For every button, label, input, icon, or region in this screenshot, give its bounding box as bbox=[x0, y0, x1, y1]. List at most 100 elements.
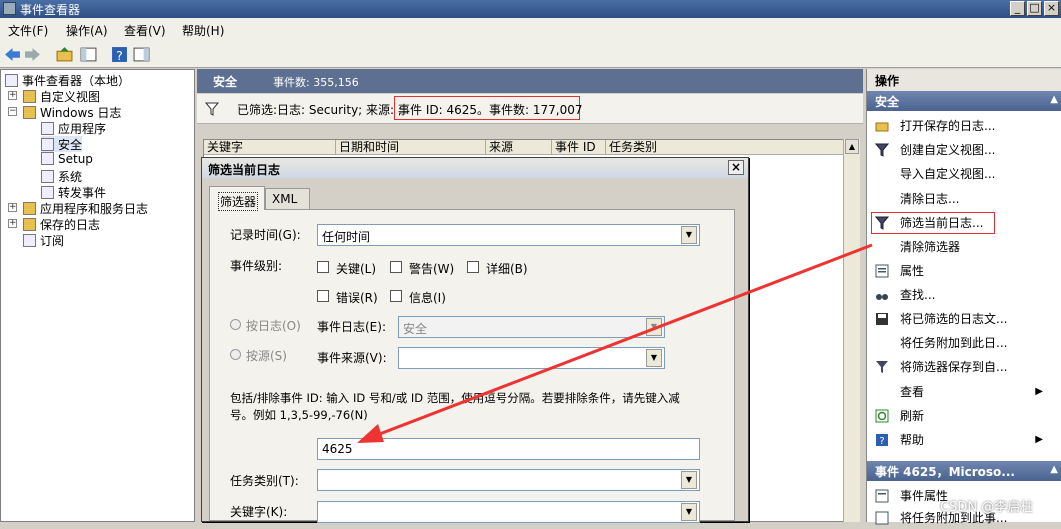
properties-icon bbox=[875, 489, 889, 503]
collapse-up-icon[interactable]: ▲ bbox=[1050, 464, 1058, 475]
collapse-up-icon[interactable]: ▲ bbox=[1050, 94, 1058, 105]
menu-file[interactable]: 文件(F) bbox=[8, 22, 48, 39]
logged-select[interactable]: 任何时间 ▼ bbox=[317, 224, 700, 246]
event-viewer-icon bbox=[5, 74, 18, 87]
chevron-down-icon[interactable]: ▼ bbox=[681, 471, 697, 489]
action-refresh[interactable]: 刷新 bbox=[867, 405, 1047, 427]
col-source[interactable]: 来源 bbox=[486, 140, 552, 155]
tree-item-subscriptions[interactable]: 订阅 bbox=[23, 232, 64, 248]
action-properties[interactable]: 属性 bbox=[867, 260, 1047, 282]
action-clear-log[interactable]: 清除日志... bbox=[867, 188, 1047, 210]
filter-action-highlight-box bbox=[871, 212, 995, 234]
filter-text: 已筛选:日志: Security; 来源: ; bbox=[237, 103, 402, 117]
up-folder-icon[interactable] bbox=[56, 46, 73, 63]
refresh-icon bbox=[875, 409, 889, 423]
radio-by-source[interactable] bbox=[230, 349, 241, 360]
svg-text:?: ? bbox=[116, 49, 123, 63]
keywords-select[interactable]: ▼ bbox=[317, 501, 700, 523]
task-category-label: 任务类别(T): bbox=[230, 474, 299, 488]
chevron-down-icon[interactable]: ▼ bbox=[646, 318, 662, 336]
action-import-custom-view[interactable]: 导入自定义视图... bbox=[867, 163, 1047, 185]
chevron-down-icon[interactable]: ▼ bbox=[646, 349, 662, 367]
dialog-close-button[interactable]: × bbox=[728, 160, 744, 175]
checkbox-error[interactable] bbox=[317, 290, 329, 302]
section-title: 安全 bbox=[213, 75, 238, 89]
menu-view[interactable]: 查看(V) bbox=[124, 22, 166, 39]
maximize-button[interactable]: □ bbox=[1027, 1, 1042, 16]
action-open-saved-log[interactable]: 打开保存的日志... bbox=[867, 115, 1047, 137]
filter-highlight-box: 事件 ID: 4625。事件数: 177,007 bbox=[394, 96, 582, 120]
forward-icon[interactable] bbox=[24, 46, 41, 63]
actions-section-event[interactable]: 事件 4625，Microso... ▲ bbox=[867, 461, 1061, 481]
save-filter-icon bbox=[876, 361, 888, 373]
filter-info-bar: 已筛选:日志: Security; 来源: ; 事件 ID: 4625。事件数:… bbox=[197, 94, 863, 124]
submenu-arrow-icon: ▶ bbox=[1035, 434, 1043, 445]
tab-xml[interactable]: XML bbox=[265, 188, 310, 210]
tree-item-root[interactable]: 事件查看器（本地） bbox=[5, 72, 130, 88]
checkbox-critical[interactable] bbox=[317, 261, 329, 273]
action-find[interactable]: 查找... bbox=[867, 284, 1047, 306]
tab-filter[interactable]: 筛选器 bbox=[209, 186, 265, 211]
help-icon[interactable]: ? bbox=[111, 46, 128, 63]
action-save-filtered-log[interactable]: 将已筛选的日志文... bbox=[867, 308, 1047, 330]
event-source-select[interactable]: ▼ bbox=[398, 347, 665, 369]
expand-app-service-logs[interactable]: + bbox=[8, 203, 17, 212]
col-event-id[interactable]: 事件 ID bbox=[552, 140, 606, 155]
task-category-select[interactable]: ▼ bbox=[317, 469, 700, 491]
checkbox-verbose[interactable] bbox=[467, 261, 479, 273]
grid-scrollbar[interactable]: ▲ bbox=[843, 139, 860, 522]
checkbox-information[interactable] bbox=[390, 290, 402, 302]
tree-item-saved-logs[interactable]: 保存的日志 bbox=[23, 216, 100, 232]
folder-icon bbox=[23, 106, 36, 119]
action-create-custom-view[interactable]: 创建自定义视图... bbox=[867, 139, 1047, 161]
menu-help[interactable]: 帮助(H) bbox=[182, 22, 224, 39]
actions-pane: 操作 安全 ▲ 打开保存的日志... 创建自定义视图... 导入自定义视图... … bbox=[866, 69, 1061, 525]
actions-header: 操作 bbox=[867, 69, 1061, 91]
watermark: CSDN @李启柱 bbox=[940, 500, 1034, 515]
action-save-filter-custom-view[interactable]: 将筛选器保存到自... bbox=[867, 356, 1047, 378]
tree-item-forwarded[interactable]: 转发事件 bbox=[41, 184, 106, 200]
collapse-windows-logs[interactable]: − bbox=[8, 107, 17, 116]
scroll-up-button[interactable]: ▲ bbox=[845, 139, 859, 154]
filter-icon bbox=[205, 102, 219, 116]
subscription-icon bbox=[23, 234, 36, 247]
expand-custom-views[interactable]: + bbox=[8, 91, 17, 100]
tree-item-custom-views[interactable]: 自定义视图 bbox=[23, 88, 100, 104]
back-icon[interactable] bbox=[4, 46, 21, 63]
col-datetime[interactable]: 日期和时间 bbox=[336, 140, 486, 155]
filter-tab-panel: 记录时间(G): 任何时间 ▼ 事件级别: 关键(L) 警告(W) 详细(B) 错… bbox=[209, 209, 735, 523]
col-keywords[interactable]: 关键字 bbox=[204, 140, 336, 155]
tree-item-application[interactable]: 应用程序 bbox=[41, 120, 106, 136]
tree-item-system[interactable]: 系统 bbox=[41, 168, 82, 184]
menu-action[interactable]: 操作(A) bbox=[66, 22, 108, 39]
checkbox-warning[interactable] bbox=[390, 261, 402, 273]
action-view[interactable]: 查看 ▶ bbox=[867, 381, 1047, 403]
tree-item-app-service-logs[interactable]: 应用程序和服务日志 bbox=[23, 200, 148, 216]
chevron-down-icon[interactable]: ▼ bbox=[681, 226, 697, 244]
radio-by-log[interactable] bbox=[230, 319, 241, 330]
event-id-hint-line1: 包括/排除事件 ID: 输入 ID 号和/或 ID 范围，使用逗号分隔。若要排除… bbox=[230, 391, 680, 405]
action-attach-task-log[interactable]: 将任务附加到此日... bbox=[867, 332, 1047, 354]
close-button[interactable]: × bbox=[1044, 1, 1059, 16]
chevron-down-icon[interactable]: ▼ bbox=[681, 503, 697, 521]
actions-section-security[interactable]: 安全 ▲ bbox=[867, 91, 1061, 111]
action-clear-filter[interactable]: 清除筛选器 bbox=[867, 236, 1047, 258]
action-help[interactable]: ? 帮助 ▶ bbox=[867, 429, 1047, 451]
event-viewer-icon bbox=[3, 2, 16, 15]
log-icon bbox=[41, 138, 54, 151]
tree-item-security[interactable]: 安全 bbox=[41, 136, 83, 152]
event-id-input[interactable]: 4625 bbox=[317, 438, 700, 460]
binoculars-icon bbox=[876, 294, 888, 300]
dialog-title: 筛选当前日志 bbox=[208, 163, 281, 177]
col-task-category[interactable]: 任务类别 bbox=[606, 140, 844, 155]
logged-label: 记录时间(G): bbox=[230, 228, 301, 242]
event-source-label: 事件来源(V): bbox=[317, 351, 387, 365]
event-log-select[interactable]: 安全 ▼ bbox=[398, 316, 665, 338]
folder-icon bbox=[23, 202, 36, 215]
tree-item-windows-logs[interactable]: Windows 日志 bbox=[23, 104, 121, 120]
minimize-button[interactable]: _ bbox=[1010, 1, 1025, 16]
show-hide-action-pane-icon[interactable] bbox=[133, 46, 150, 63]
tree-item-setup[interactable]: Setup bbox=[41, 152, 93, 168]
expand-saved-logs[interactable]: + bbox=[8, 219, 17, 228]
show-hide-tree-icon[interactable] bbox=[80, 46, 97, 63]
